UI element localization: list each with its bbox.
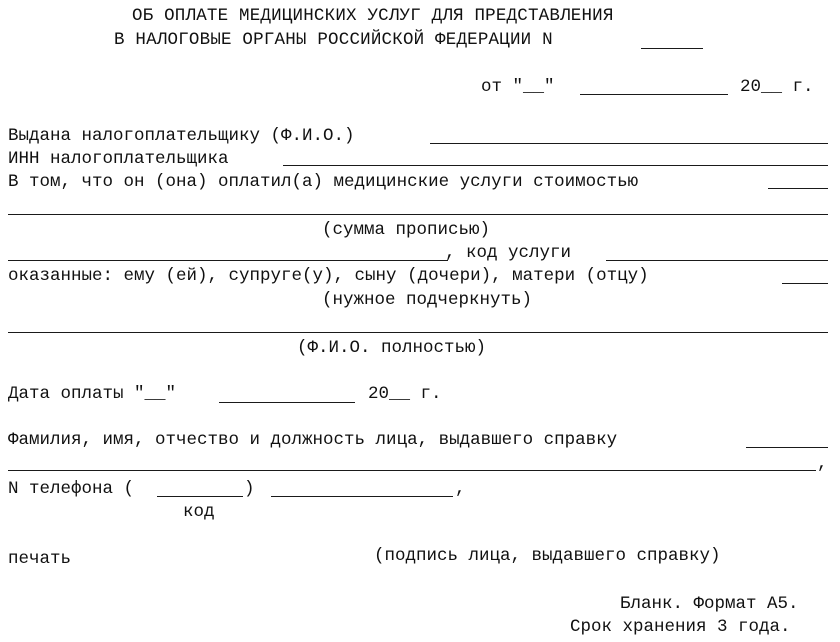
payment-date-prefix: Дата оплаты "__" — [8, 384, 177, 404]
amount-in-words-field[interactable] — [8, 214, 828, 215]
provided-to-label: оказанные: ему (ей), супруге(у), сыну (д… — [8, 266, 649, 286]
full-name-hint: (Ф.И.О. полностью) — [297, 338, 487, 358]
signature-hint: (подпись лица, выдавшего справку) — [374, 546, 721, 566]
payment-date-year: 20__ г. — [368, 384, 442, 404]
phone-number-field[interactable] — [271, 496, 453, 497]
payment-statement: В том, что он (она) оплатил(а) медицинск… — [8, 172, 639, 192]
phone-comma: , — [455, 479, 466, 499]
service-code-label: , код услуги — [445, 243, 572, 263]
inn-label: ИНН налогоплательщика — [8, 149, 229, 169]
date-month-field[interactable] — [580, 94, 728, 95]
stamp-label: печать — [8, 549, 72, 569]
phone-label: N телефона ( — [8, 479, 135, 499]
certificate-number-field[interactable] — [641, 48, 703, 49]
amount-in-words-hint: (сумма прописью) — [322, 220, 491, 240]
patient-full-name-field[interactable] — [8, 332, 828, 333]
issuer-continued-field[interactable] — [8, 470, 816, 471]
service-code-field[interactable] — [606, 260, 828, 261]
underline-hint: (нужное подчеркнуть) — [322, 290, 533, 310]
phone-close-paren: ) — [244, 479, 255, 499]
relation-field[interactable] — [782, 283, 828, 284]
phone-code-field[interactable] — [157, 496, 243, 497]
issuer-label: Фамилия, имя, отчество и должность лица,… — [8, 430, 618, 450]
amount-continued-field[interactable] — [8, 260, 448, 261]
retention-note: Срок хранения 3 года. — [570, 617, 791, 637]
phone-code-hint: код — [183, 502, 215, 522]
title-line-1: ОБ ОПЛАТЕ МЕДИЦИНСКИХ УСЛУГ ДЛЯ ПРЕДСТАВ… — [132, 6, 614, 26]
issuer-field[interactable] — [746, 447, 828, 448]
form-format-note: Бланк. Формат А5. — [620, 594, 799, 614]
inn-field[interactable] — [283, 165, 828, 166]
cost-field[interactable] — [768, 188, 828, 189]
taxpayer-name-field[interactable] — [430, 143, 828, 144]
issued-to-label: Выдана налогоплательщику (Ф.И.О.) — [8, 126, 355, 146]
date-year: 20__ г. — [740, 77, 814, 97]
payment-month-field[interactable] — [219, 402, 355, 403]
issuer-line-comma: , — [817, 454, 828, 474]
date-prefix: от "__" — [481, 77, 555, 97]
title-line-2: В НАЛОГОВЫЕ ОРГАНЫ РОССИЙСКОЙ ФЕДЕРАЦИИ … — [114, 30, 553, 50]
